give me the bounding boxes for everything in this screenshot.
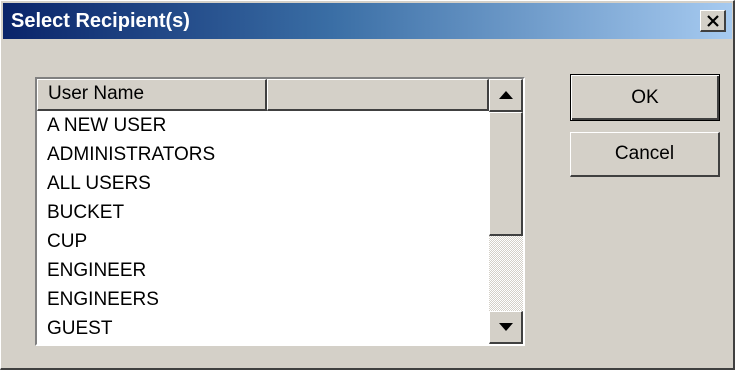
list-item[interactable]: ENGINEERS (37, 285, 489, 314)
list-item[interactable]: ADMINISTRATORS (37, 140, 489, 169)
ok-button[interactable]: OK (570, 74, 720, 121)
list-item[interactable]: CUP (37, 227, 489, 256)
dialog-title: Select Recipient(s) (11, 10, 190, 32)
list-rows: A NEW USER ADMINISTRATORS ALL USERS BUCK… (37, 111, 489, 343)
list-item[interactable]: BUCKET (37, 198, 489, 227)
cancel-button[interactable]: Cancel (570, 132, 720, 177)
list-header: User Name (37, 79, 489, 111)
close-icon (706, 14, 719, 27)
close-button[interactable] (700, 10, 726, 32)
recipient-list[interactable]: User Name A NEW USER ADMINISTRATORS ALL … (35, 77, 525, 346)
list-item[interactable]: GUEST (37, 314, 489, 343)
scroll-down-arrow-icon (498, 323, 513, 331)
title-bar[interactable]: Select Recipient(s) (3, 3, 732, 39)
list-item[interactable]: A NEW USER (37, 111, 489, 140)
column-header-blank[interactable] (267, 79, 489, 111)
list-item[interactable]: ENGINEER (37, 256, 489, 285)
scroll-down-button[interactable] (489, 311, 523, 344)
column-header-user-name[interactable]: User Name (37, 79, 267, 111)
list-item[interactable]: ALL USERS (37, 169, 489, 198)
scroll-thumb[interactable] (489, 112, 523, 236)
scroll-up-arrow-icon (498, 91, 513, 99)
dialog-window: Select Recipient(s) User Name A NEW USER… (0, 0, 735, 370)
scroll-up-button[interactable] (489, 79, 523, 112)
vertical-scrollbar[interactable] (489, 79, 523, 344)
